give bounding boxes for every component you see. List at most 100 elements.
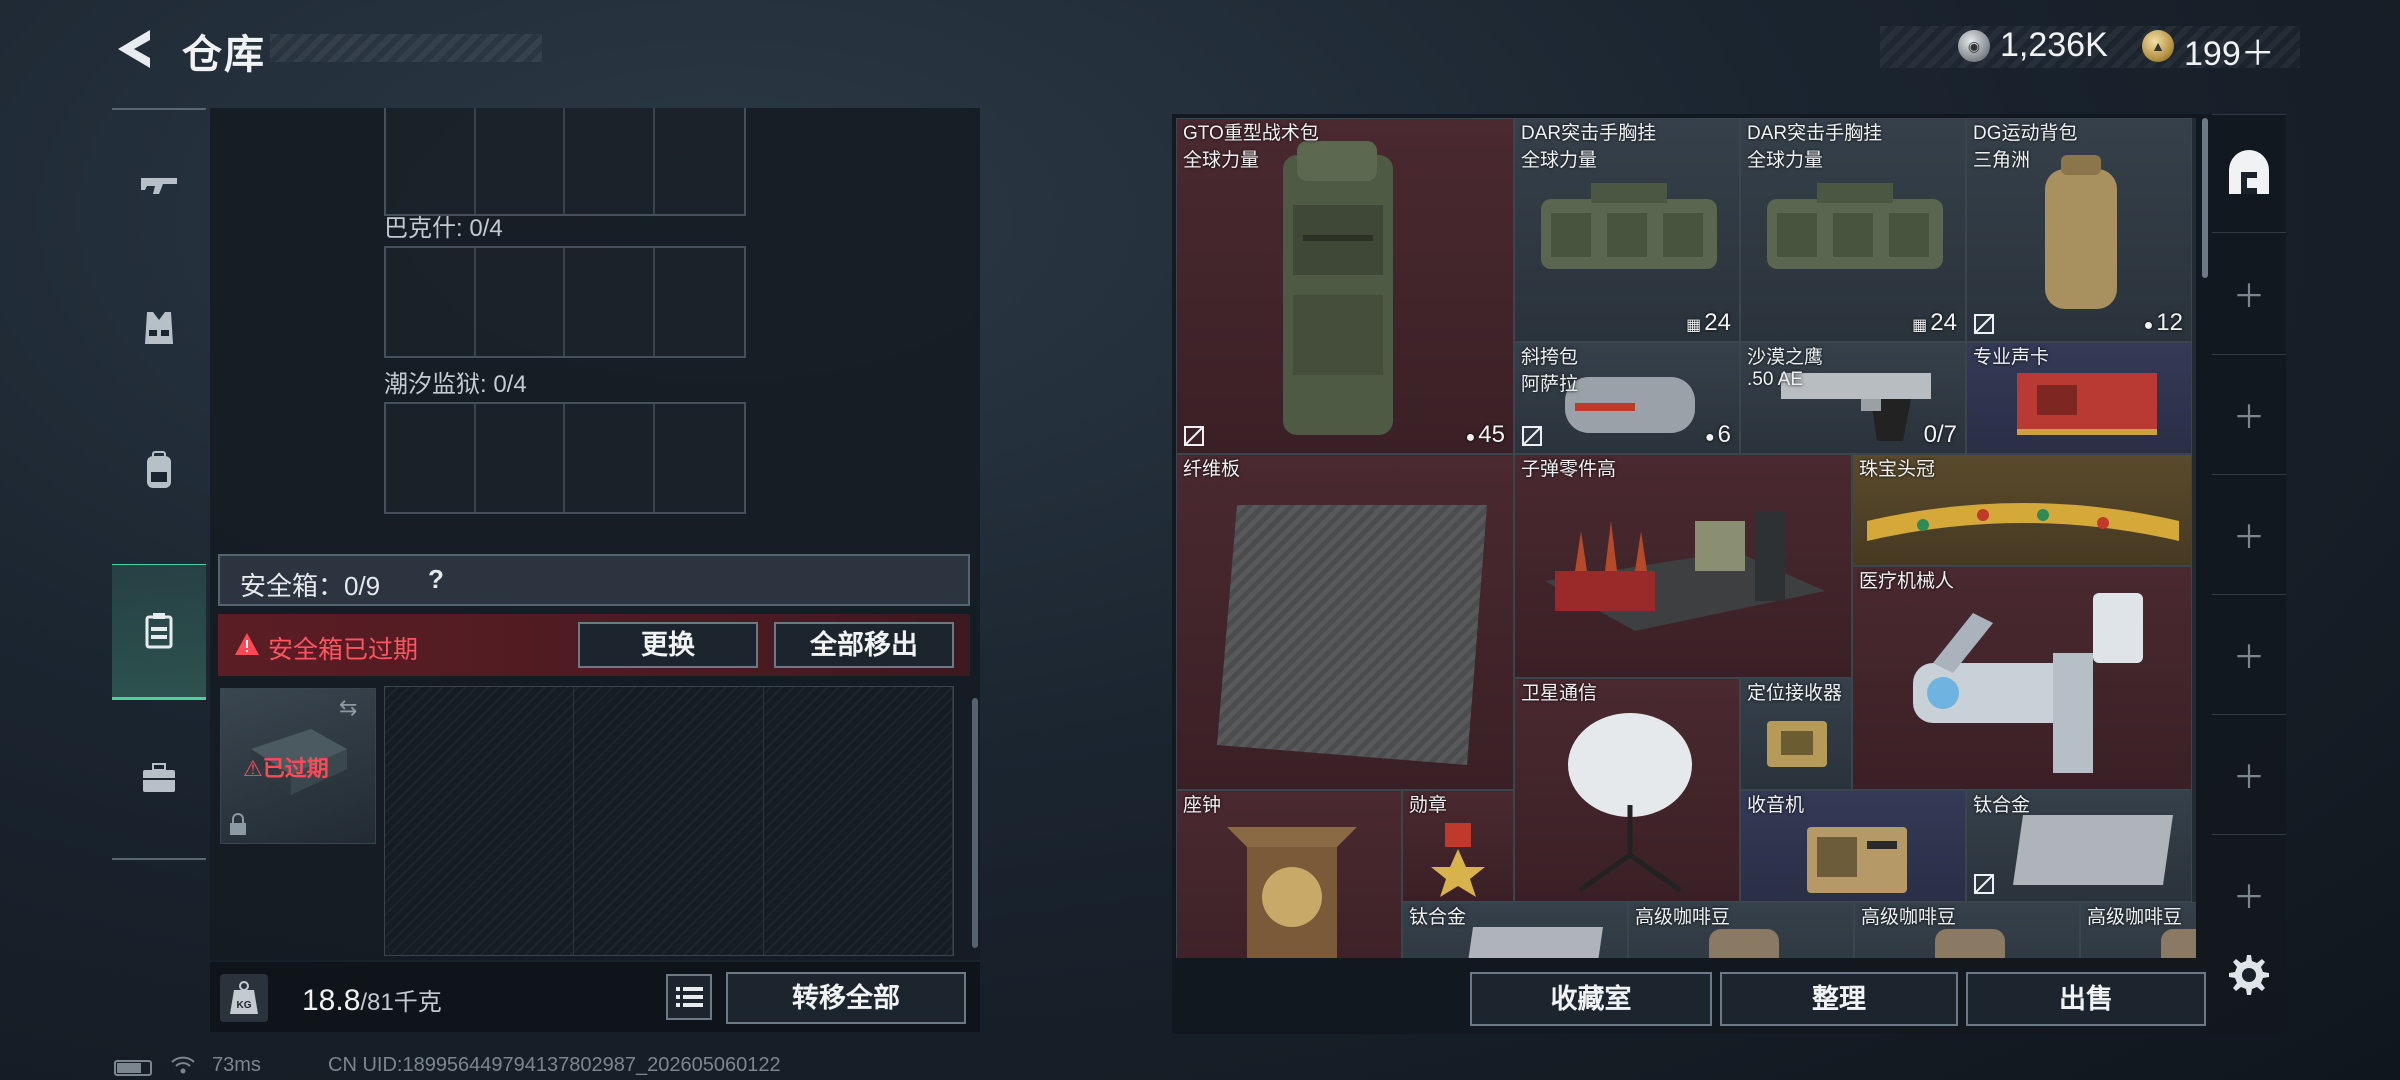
add-icon: ＋ (2232, 758, 2265, 795)
grid-slot[interactable] (386, 404, 476, 512)
grid-slot[interactable] (655, 404, 745, 512)
weight-max: /81千克 (360, 989, 442, 1016)
item-coffee-beans[interactable]: 高级咖啡豆 (1854, 902, 2080, 958)
vest-image (1767, 183, 1943, 269)
bag-image (2045, 155, 2117, 309)
lock-icon (230, 813, 246, 835)
item-name: 钛合金 (1409, 907, 1467, 928)
item-medical-robot[interactable]: 医疗机械人 (1852, 566, 2192, 790)
add-icon: ＋ (2232, 277, 2265, 314)
nav-vests[interactable] (112, 260, 206, 396)
robot-image (1913, 593, 2143, 773)
sell-button[interactable]: 出售 (1966, 972, 2206, 1026)
item-dar-vest[interactable]: DAR突击手胸挂 全球力量 ▦ 24 (1514, 118, 1740, 342)
item-dg-bag[interactable]: DG运动背包 三角洲 ● 12 (1966, 118, 2192, 342)
grid-slot[interactable] (386, 108, 476, 214)
item-name: 沙漠之鹰 (1747, 347, 1824, 368)
item-position-receiver[interactable]: 定位接收器 (1740, 678, 1852, 790)
tab-add[interactable]: ＋ (2212, 834, 2286, 954)
item-coffee-beans[interactable]: 高级咖啡豆 (2080, 902, 2196, 958)
page-title: 仓库 (182, 33, 266, 77)
grid-slot[interactable] (476, 404, 565, 512)
vest-icon (145, 312, 173, 344)
radio-image (1807, 827, 1907, 893)
grid-slot[interactable] (565, 108, 655, 214)
swap-icon[interactable]: ⇆ (339, 695, 357, 721)
item-sound-card[interactable]: 专业声卡 (1966, 342, 2192, 454)
item-name: DG运动背包 (1973, 123, 2078, 144)
item-coffee-beans[interactable]: 高级咖啡豆 (1628, 902, 1854, 958)
item-medal[interactable]: 勋章 (1402, 790, 1514, 902)
inventory-scrollbar[interactable] (2202, 118, 2208, 278)
safebox-item[interactable]: ⇆ ⚠已过期 (220, 688, 376, 844)
ticket-icon: ▲ (2142, 30, 2174, 62)
item-desert-eagle[interactable]: 沙漠之鹰 .50 AE 0/7 (1740, 342, 1966, 454)
help-icon[interactable]: ? (428, 564, 444, 595)
tab-add[interactable]: ＋ (2212, 232, 2286, 354)
back-arrow-icon[interactable] (110, 26, 160, 72)
grid-slot[interactable] (655, 248, 745, 356)
backpack-icon (147, 451, 171, 488)
nav-cases[interactable] (112, 710, 206, 846)
storage-panel: 巴克什: 0/4 潮汐监狱: 0/4 安全箱：0/9 ? 安全箱已过期 更换 全… (210, 108, 980, 960)
item-count: ● 6 (1705, 421, 1731, 449)
medal-image (1431, 823, 1485, 897)
money-value[interactable]: 1,236K (2000, 26, 2108, 65)
tab-home[interactable] (2212, 114, 2286, 232)
item-bullet-parts[interactable]: 子弹零件高 (1514, 454, 1852, 678)
nav-weapons[interactable] (112, 118, 206, 254)
capacity-icon: ● (1704, 429, 1715, 446)
briefcase-icon (143, 763, 175, 792)
item-satellite-comms[interactable]: 卫星通信 (1514, 678, 1740, 902)
scrollbar[interactable] (972, 698, 978, 948)
item-count-value: 12 (2156, 309, 2183, 336)
replace-button[interactable]: 更换 (578, 622, 758, 668)
grid-slot[interactable] (476, 108, 565, 214)
item-jewelry-crown[interactable]: 珠宝头冠 (1852, 454, 2192, 566)
grid-slot[interactable] (565, 248, 655, 356)
tab-add[interactable]: ＋ (2212, 474, 2286, 594)
tab-add[interactable]: ＋ (2212, 594, 2286, 714)
item-ammo: 0/7 (1923, 421, 1957, 448)
item-gto-bag[interactable]: GTO重型战术包 全球力量 ● 45 (1176, 118, 1514, 454)
grid-slot[interactable] (386, 248, 476, 356)
parts-image (1545, 511, 1825, 631)
list-view-button[interactable] (666, 974, 712, 1020)
item-name: 卫星通信 (1521, 683, 1598, 704)
grid-slot[interactable] (764, 687, 953, 955)
tab-add[interactable]: ＋ (2212, 714, 2286, 834)
add-icon: ＋ (2232, 398, 2265, 435)
grid-slot[interactable] (476, 248, 565, 356)
inventory-grid: GTO重型战术包 全球力量 ● 45 DAR突击手胸挂 全球力量 ▦ 24 DAR突… (1176, 118, 2196, 958)
category-nav (112, 108, 206, 860)
item-radio[interactable]: 收音机 (1740, 790, 1966, 902)
item-titanium[interactable]: 钛合金 (1966, 790, 2192, 902)
gear-icon[interactable] (2226, 952, 2272, 998)
title-decoration (270, 34, 542, 62)
item-mantel-clock[interactable]: 座钟 (1176, 790, 1402, 958)
titanium-image (2013, 815, 2173, 885)
item-sling-bag[interactable]: 斜挎包 阿萨拉 ● 6 (1514, 342, 1740, 454)
transfer-all-button[interactable]: 转移全部 (726, 972, 966, 1024)
safebox-title: 安全箱：0/9 (240, 571, 381, 601)
item-titanium[interactable]: 钛合金 (1402, 902, 1628, 958)
nav-backpacks[interactable] (112, 402, 206, 538)
item-count: ● 45 (1466, 421, 1505, 449)
item-sub: 三角洲 (1973, 150, 2031, 171)
grid-slot[interactable] (385, 687, 575, 955)
ticket-value[interactable]: 199＋ (2184, 26, 2275, 75)
uid-text: CN UID:18995644979413780298​7_2026050601… (328, 1054, 781, 1076)
grid-slot[interactable] (574, 687, 764, 955)
sort-button[interactable]: 整理 (1720, 972, 1958, 1026)
satellite-image (1568, 713, 1692, 893)
grid-slot[interactable] (565, 404, 655, 512)
svg-text:KG: KG (237, 1000, 252, 1011)
soundcard-image (2017, 373, 2157, 435)
collection-button[interactable]: 收藏室 (1470, 972, 1712, 1026)
tab-add[interactable]: ＋ (2212, 354, 2286, 474)
item-fiber-board[interactable]: 纤维板 (1176, 454, 1514, 790)
nav-safebox[interactable] (112, 564, 206, 700)
item-dar-vest[interactable]: DAR突击手胸挂 全球力量 ▦ 24 (1740, 118, 1966, 342)
move-all-button[interactable]: 全部移出 (774, 622, 954, 668)
grid-slot[interactable] (655, 108, 745, 214)
